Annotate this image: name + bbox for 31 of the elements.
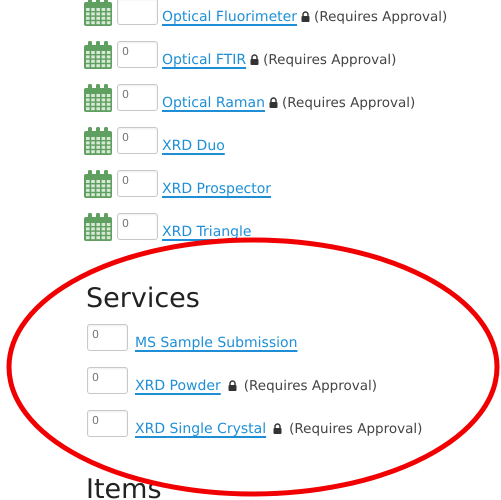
quantity-field[interactable]: 0	[87, 410, 128, 437]
quantity-field[interactable]: 0	[117, 127, 158, 154]
calendar-icon[interactable]	[83, 126, 113, 156]
calendar-icon[interactable]	[83, 168, 113, 198]
item-link[interactable]: XRD Duo	[162, 136, 225, 157]
quantity-field[interactable]: 0	[117, 41, 158, 68]
quantity-field[interactable]: 0	[87, 324, 128, 351]
calendar-icon[interactable]	[83, 0, 113, 26]
item-link[interactable]: Optical Raman	[162, 93, 265, 114]
approval-note: (Requires Approval)	[289, 420, 422, 440]
calendar-icon[interactable]	[83, 82, 113, 112]
approval-note: (Requires Approval)	[263, 51, 396, 70]
item-link[interactable]: XRD Triangle	[162, 222, 252, 243]
item-link[interactable]: XRD Powder	[135, 376, 221, 397]
quantity-field[interactable]: 0	[117, 213, 158, 240]
section-heading: Services	[86, 284, 201, 314]
quantity-field[interactable]: 0	[87, 366, 128, 394]
approval-note: (Requires Approval)	[244, 377, 378, 396]
approval-note: (Requires Approval)	[314, 8, 448, 28]
item-link[interactable]: XRD Single Crystal	[135, 418, 266, 440]
item-link[interactable]: XRD Prospector	[162, 179, 272, 200]
item-link[interactable]: MS Sample Submission	[135, 332, 298, 354]
calendar-icon[interactable]	[83, 40, 113, 70]
quantity-field[interactable]: 0	[117, 170, 158, 197]
section-heading: Items	[86, 474, 163, 500]
approval-note: (Requires Approval)	[282, 94, 416, 114]
item-link[interactable]: Optical FTIR	[162, 50, 246, 71]
item-link[interactable]: Optical Fluorimeter	[162, 7, 298, 28]
quantity-field[interactable]: 0	[117, 84, 158, 111]
calendar-icon[interactable]	[83, 212, 113, 242]
quantity-field[interactable]	[117, 0, 158, 25]
